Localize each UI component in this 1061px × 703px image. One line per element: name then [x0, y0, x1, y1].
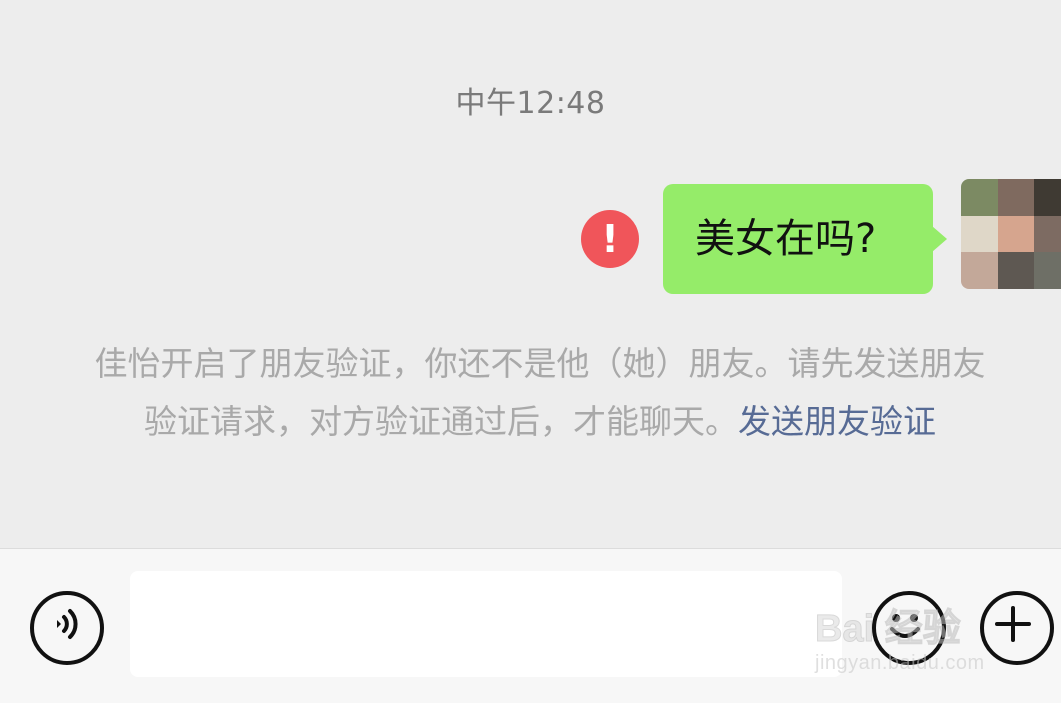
emoji-icon	[890, 614, 920, 638]
send-failed-icon[interactable]: !	[581, 210, 639, 268]
message-text-input[interactable]	[130, 571, 842, 677]
outgoing-message-row: ! 美女在吗?	[531, 179, 1061, 294]
avatar[interactable]	[961, 179, 1061, 289]
send-friend-verification-link[interactable]: 发送朋友验证	[738, 402, 936, 441]
message-timestamp: 中午12:48	[455, 86, 606, 121]
system-notice: 佳怡开启了朋友验证，你还不是他（她）朋友。请先发送朋友验证请求，对方验证通过后，…	[90, 335, 990, 451]
voice-icon	[57, 609, 78, 639]
plus-icon	[995, 606, 1031, 642]
more-functions-button[interactable]	[980, 591, 1054, 665]
message-bubble[interactable]: 美女在吗?	[663, 184, 947, 294]
voice-button[interactable]	[30, 591, 104, 665]
input-bar	[0, 548, 1061, 703]
emoji-button[interactable]	[872, 591, 946, 665]
chat-message-area[interactable]: 中午12:48 ! 美女在吗? 佳怡开启了朋友验证，你还不是他（她）朋友。请先发…	[0, 0, 1061, 548]
